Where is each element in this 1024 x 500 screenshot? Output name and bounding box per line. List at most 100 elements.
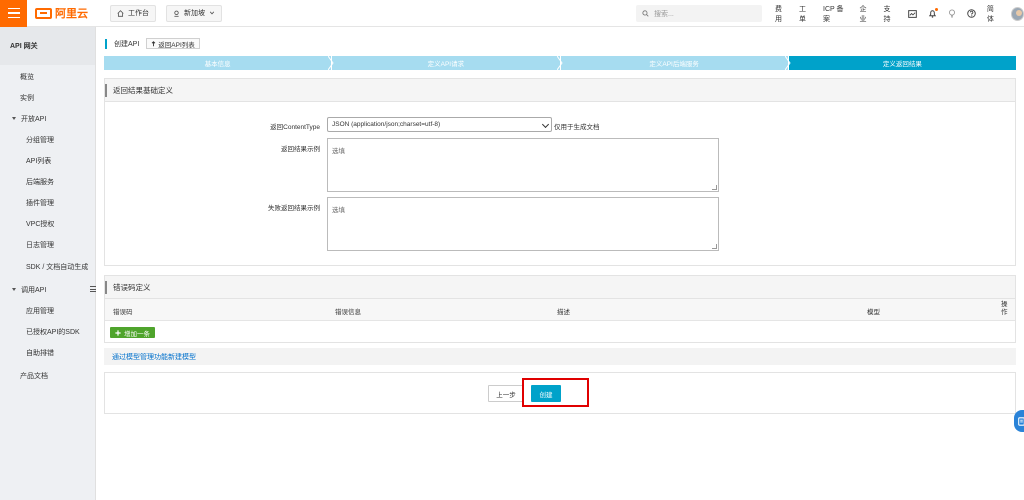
panel-header: 错误码定义 xyxy=(105,276,1015,299)
sidebar-item-label: VPC授权 xyxy=(26,220,55,228)
fail-example-textarea[interactable]: 选填 xyxy=(327,197,719,251)
model-link-bar: 通过模型管理功能新建模型 xyxy=(104,348,1016,365)
panel-header-mark xyxy=(105,281,107,294)
column-header-action: 操作 xyxy=(1001,301,1008,316)
sidebar-item-label: 日志管理 xyxy=(26,241,54,249)
main-content: 创建API 返回API列表 基本信息 定义API请求 定义API后端服务 定义返… xyxy=(96,27,1024,500)
panel-title: 返回结果基础定义 xyxy=(113,85,173,95)
sidebar-item-label: 应用管理 xyxy=(26,307,54,315)
step-define-request: 定义API请求 xyxy=(332,56,563,70)
sidebar: API 网关 概览实例开放API 分组管理 API列表后端服务插件管理 VPC授权日志… xyxy=(0,27,96,500)
create-model-link[interactable]: 通过模型管理功能新建模型 xyxy=(112,352,196,362)
content-type-label: 返回ContentType xyxy=(270,124,320,131)
bell-icon[interactable] xyxy=(928,8,938,18)
nav-enterprise[interactable]: 企业 xyxy=(860,4,873,24)
menu-icon[interactable] xyxy=(0,0,27,27)
add-error-code-button[interactable]: 增加一条 xyxy=(110,327,155,338)
content-type-select[interactable]: JSON (application/json;charset=utf-8) xyxy=(327,117,552,132)
resize-handle[interactable] xyxy=(712,244,717,249)
sidebar-item-label: 自助排错 xyxy=(26,349,54,357)
sidebar-item[interactable]: 分组管理 xyxy=(0,129,96,150)
column-header-model: 模型 xyxy=(867,309,880,316)
step-progress: 基本信息 定义API请求 定义API后端服务 定义返回结果 xyxy=(104,56,1016,70)
column-header-description: 描述 xyxy=(557,309,570,316)
resize-handle[interactable] xyxy=(712,185,717,190)
sidebar-group[interactable]: 开放API xyxy=(0,108,96,129)
region-label: 新加坡 xyxy=(184,10,205,17)
sidebar-item[interactable]: 概览 xyxy=(0,66,96,87)
error-code-panel: 错误码定义 错误码 错误信息 描述 模型 操作 增加一条 xyxy=(104,275,1016,343)
content-type-value: JSON (application/json;charset=utf-8) xyxy=(332,121,441,128)
fail-example-label: 失败返回结果示例 xyxy=(268,205,320,212)
caret-down-icon xyxy=(12,288,16,291)
logo[interactable]: 阿里云 xyxy=(35,5,88,21)
sidebar-item[interactable]: 插件管理 xyxy=(0,192,96,213)
sidebar-item[interactable]: 已授权API的SDK xyxy=(0,321,96,342)
home-icon xyxy=(117,9,124,17)
step-define-backend: 定义API后端服务 xyxy=(560,56,791,70)
highlight-box xyxy=(522,378,589,407)
logo-text: 阿里云 xyxy=(55,8,88,20)
search-placeholder: 搜索... xyxy=(654,10,674,18)
step-chevron xyxy=(556,56,563,70)
sidebar-item-label: 插件管理 xyxy=(26,199,54,207)
lightbulb-icon[interactable] xyxy=(948,9,956,18)
mail-icon[interactable] xyxy=(907,9,917,18)
nav-icp[interactable]: ICP 备案 xyxy=(823,4,849,24)
step-chevron xyxy=(328,56,334,70)
fail-example-placeholder: 选填 xyxy=(332,207,345,214)
step-chevron xyxy=(784,56,791,70)
sidebar-item[interactable]: 自助排错 xyxy=(0,342,96,363)
sidebar-group[interactable]: 调用API xyxy=(0,279,96,300)
arrow-up-icon xyxy=(151,40,156,46)
success-example-textarea[interactable]: 选填 xyxy=(327,138,719,192)
previous-step-button[interactable]: 上一步 xyxy=(488,385,524,402)
sidebar-item-label: 后端服务 xyxy=(26,178,54,186)
nav-support[interactable]: 支持 xyxy=(884,4,897,24)
step-basic-info: 基本信息 xyxy=(104,56,334,70)
sidebar-item[interactable]: 应用管理 xyxy=(0,300,96,321)
help-icon[interactable] xyxy=(967,9,976,18)
floating-help-icon[interactable] xyxy=(1014,410,1024,432)
step-label: 定义API请求 xyxy=(427,61,465,68)
add-label: 增加一条 xyxy=(124,330,150,338)
back-label: 返回API列表 xyxy=(158,41,195,49)
sidebar-item[interactable]: 日志管理 xyxy=(0,234,96,255)
region-selector[interactable]: 新加坡 xyxy=(166,4,222,22)
avatar[interactable] xyxy=(1010,6,1024,21)
sidebar-item[interactable]: 产品文档 xyxy=(0,365,96,386)
sidebar-item-label: 分组管理 xyxy=(26,136,54,144)
step-label: 基本信息 xyxy=(204,61,231,68)
plus-icon xyxy=(115,329,121,336)
sidebar-item[interactable]: 后端服务 xyxy=(0,171,96,192)
success-example-placeholder: 选填 xyxy=(332,148,345,155)
chevron-down-icon xyxy=(209,11,215,15)
sidebar-item-label: 产品文档 xyxy=(20,372,48,380)
back-to-api-list-button[interactable]: 返回API列表 xyxy=(146,38,200,49)
sidebar-item-label: 开放API xyxy=(21,115,47,123)
sidebar-item-label: 实例 xyxy=(20,94,34,102)
search-input[interactable]: 搜索... xyxy=(636,5,762,22)
result-definition-panel: 返回结果基础定义 返回ContentType JSON (application… xyxy=(104,78,1016,266)
breadcrumb: 创建API 返回API列表 xyxy=(105,38,200,49)
sidebar-item[interactable]: 实例 xyxy=(0,87,96,108)
step-define-result: 定义返回结果 xyxy=(788,56,1016,70)
column-header-code: 错误码 xyxy=(113,309,133,316)
sidebar-item-label: 概览 xyxy=(20,73,34,81)
sidebar-item[interactable]: VPC授权 xyxy=(0,213,96,234)
top-nav: 费用 工单 ICP 备案 企业 支持 简体 xyxy=(775,0,1024,27)
sidebar-title: API 网关 xyxy=(0,27,95,65)
sidebar-item-label: 已授权API的SDK xyxy=(26,328,80,336)
content-type-hint: 仅用于生成文档 xyxy=(554,124,600,131)
notification-dot xyxy=(934,8,938,11)
sidebar-item[interactable]: SDK / 文档自动生成 xyxy=(0,256,96,277)
workbench-label: 工作台 xyxy=(128,10,149,17)
top-bar: 阿里云 工作台 新加坡 搜索... 费用 工单 ICP 备案 企业 支持 简体 xyxy=(0,0,1024,27)
success-example-label: 返回结果示例 xyxy=(281,146,320,153)
nav-ticket[interactable]: 工单 xyxy=(799,4,812,24)
sidebar-item-label: 调用API xyxy=(21,286,47,294)
language-switch[interactable]: 简体 xyxy=(987,4,1000,24)
workbench-button[interactable]: 工作台 xyxy=(110,4,156,22)
sidebar-item[interactable]: API列表 xyxy=(0,150,96,171)
nav-billing[interactable]: 费用 xyxy=(775,4,788,24)
